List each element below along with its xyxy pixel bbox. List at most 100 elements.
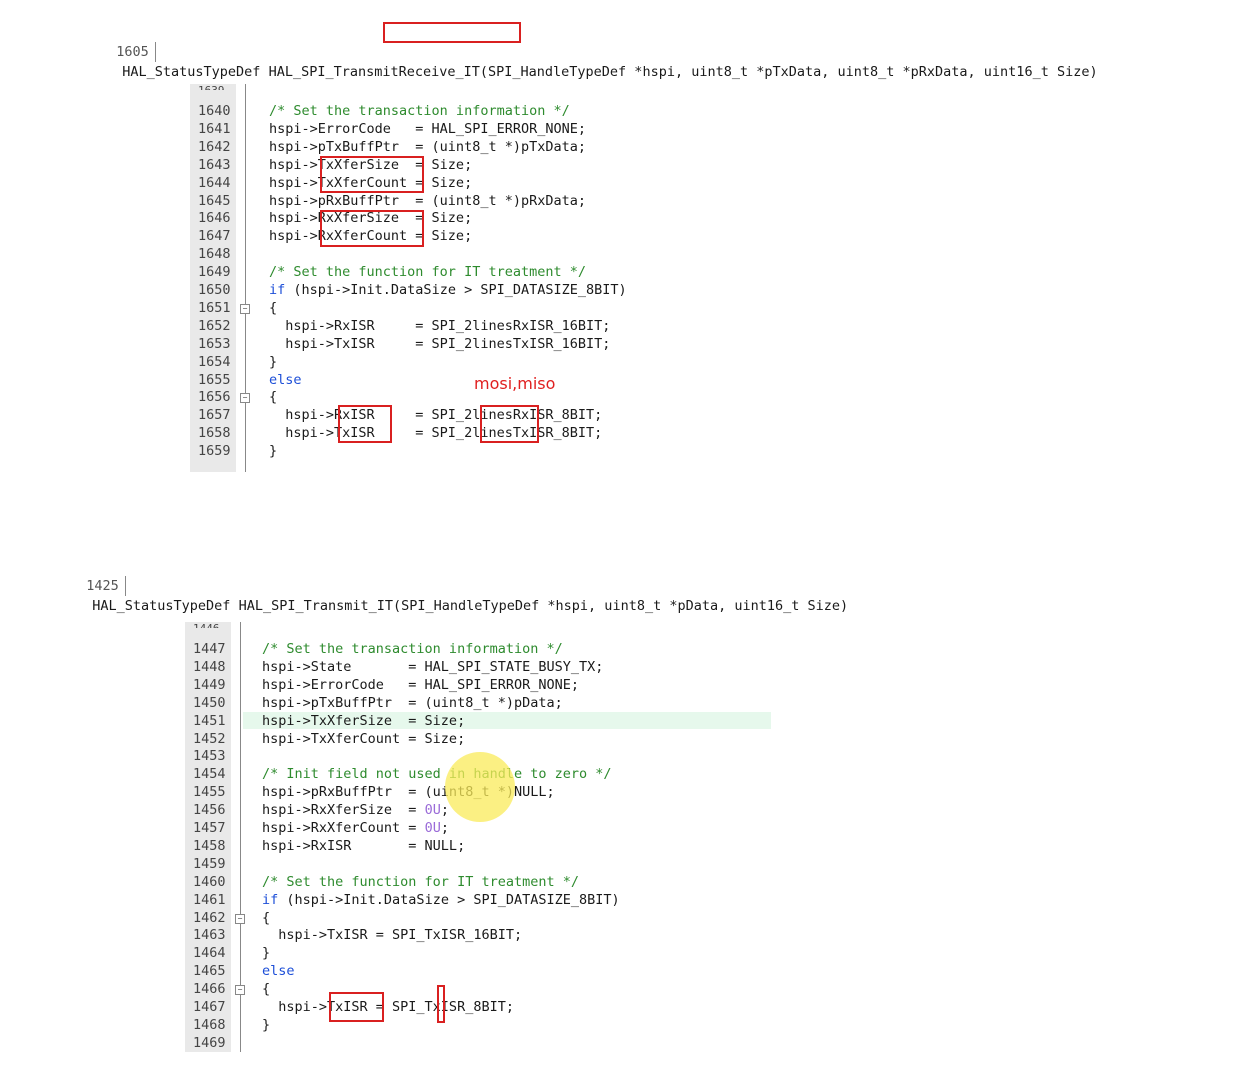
code-text: hspi->TxISR = SPI_TxISR_16BIT;: [262, 927, 523, 944]
code-text: }: [269, 443, 278, 460]
line-number: 1642: [198, 138, 231, 155]
code-text: /* Init field not used in handle to zero…: [262, 766, 612, 783]
code-text: hspi->RxISR = SPI_2linesRxISR_8BIT;: [269, 407, 603, 424]
code-text: {: [262, 909, 271, 926]
line-number: 1644: [198, 174, 231, 191]
line-number: 1462: [193, 909, 226, 926]
line-number: 1650: [198, 282, 231, 298]
line-number: 1452: [193, 730, 226, 747]
code-text: /* Set the function for IT treatment */: [269, 264, 586, 281]
code-text: /* Set the transaction information */: [262, 641, 563, 657]
highlight-box-rx-xfer: [320, 210, 424, 247]
line-number: 1448: [193, 658, 226, 675]
code-text: if (hspi->Init.DataSize > SPI_DATASIZE_8…: [269, 282, 627, 298]
highlight-box-tx-xfer: [320, 156, 424, 193]
line-number: 1453: [193, 748, 226, 765]
line-number: 1656: [198, 389, 231, 406]
line-number: 1463: [193, 927, 226, 944]
line-number: 1449: [193, 676, 226, 693]
line-number: 1469: [193, 1034, 226, 1051]
line-number: 1456: [193, 802, 226, 819]
code-text: hspi->TxXferSize = Size;: [262, 712, 466, 729]
code-text: hspi->State = HAL_SPI_STATE_BUSY_TX;: [262, 658, 604, 675]
line-number: 1467: [193, 999, 226, 1015]
highlight-box-isr: [338, 405, 392, 443]
code-text: hspi->TxISR = SPI_TxISR_8BIT;: [262, 999, 514, 1015]
line-number: 1458: [193, 837, 226, 854]
line-number: 1643: [198, 156, 231, 173]
code-text: /* Set the function for IT treatment */: [262, 873, 579, 890]
line-number: 1461: [193, 891, 226, 908]
annotation-mosi-miso: mosi,miso: [474, 374, 556, 393]
middle-signature: 1425 HAL_StatusTypeDef HAL_SPI_Transmit_…: [70, 556, 848, 614]
fold-toggle-icon[interactable]: −: [235, 913, 245, 924]
line-number: 1457: [193, 820, 226, 836]
code-text: hspi->ErrorCode = HAL_SPI_ERROR_NONE;: [262, 676, 579, 693]
line-number: 1647: [198, 228, 231, 245]
line-number: 1455: [193, 784, 226, 801]
code-block-transmit: 1446 1447 /* Set the transaction informati…: [185, 622, 785, 1052]
line-number: 1658: [198, 425, 231, 442]
line-number: 1459: [193, 855, 226, 872]
line-number: 1659: [198, 443, 231, 460]
partial-line-number: 1446: [193, 622, 220, 628]
fold-toggle-icon[interactable]: −: [235, 985, 245, 996]
line-number: 1653: [198, 335, 231, 352]
code-text: {: [269, 389, 278, 406]
top-signature: 1605 HAL_StatusTypeDef HAL_SPI_TransmitR…: [100, 22, 1098, 80]
highlight-box-txisr: [329, 992, 384, 1022]
line-number: 1652: [198, 317, 231, 334]
line-number: 1646: [198, 210, 231, 227]
line-number: 1654: [198, 353, 231, 370]
code-text: }: [269, 353, 278, 370]
highlight-box-spi-txisr: [437, 985, 445, 1023]
code-text: }: [262, 945, 271, 962]
code-text: hspi->TxXferCount = Size;: [262, 730, 466, 747]
signature-text[interactable]: HAL_StatusTypeDef HAL_SPI_TransmitReceiv…: [116, 64, 1097, 80]
fold-guide: [245, 84, 246, 472]
line-number: 1450: [193, 694, 226, 711]
line-number: 1447: [193, 641, 226, 657]
signature-text[interactable]: HAL_StatusTypeDef HAL_SPI_Transmit_IT(SP…: [86, 598, 848, 614]
code-text: /* Set the transaction information */: [269, 103, 570, 119]
line-number: 1645: [198, 192, 231, 209]
line-number: 1468: [193, 1016, 226, 1033]
code-text: hspi->RxXferCount = 0U;: [262, 820, 449, 836]
mouse-cursor-highlight: [445, 752, 515, 822]
line-number: 1425: [86, 576, 126, 596]
code-text: hspi->ErrorCode = HAL_SPI_ERROR_NONE;: [269, 120, 586, 137]
code-text: hspi->pRxBuffPtr = (uint8_t *)pRxData;: [269, 192, 586, 209]
code-text: }: [262, 1016, 271, 1033]
line-number: 1460: [193, 873, 226, 890]
line-number: 1605: [116, 42, 156, 62]
highlight-box-2lines: [480, 405, 539, 443]
code-text: hspi->pTxBuffPtr = (uint8_t *)pTxData;: [269, 138, 586, 155]
line-number: 1451: [193, 712, 226, 729]
code-text: hspi->TxISR = SPI_2linesTxISR_16BIT;: [269, 335, 611, 352]
partial-line-number: 1639: [198, 84, 225, 90]
code-text: hspi->RxISR = SPI_2linesRxISR_16BIT;: [269, 317, 611, 334]
highlight-box-transmitreceive: [383, 22, 521, 43]
code-text: hspi->RxXferSize = 0U;: [262, 802, 449, 819]
line-number: 1655: [198, 371, 231, 388]
code-text: hspi->RxISR = NULL;: [262, 837, 466, 854]
code-text: if (hspi->Init.DataSize > SPI_DATASIZE_8…: [262, 891, 620, 908]
fold-toggle-icon[interactable]: −: [240, 393, 250, 404]
code-block-transmitreceive: 1639 1640 /* Set the transaction informati…: [190, 84, 890, 472]
line-number: 1464: [193, 945, 226, 962]
code-text: else: [262, 963, 295, 980]
code-text: {: [262, 981, 271, 998]
fold-toggle-icon[interactable]: −: [240, 303, 250, 314]
line-number: 1640: [198, 103, 231, 119]
line-number: 1641: [198, 120, 231, 137]
line-number: 1465: [193, 963, 226, 980]
line-number: 1651: [198, 299, 231, 316]
line-number: 1657: [198, 407, 231, 424]
code-text: {: [269, 299, 278, 316]
code-text: hspi->pTxBuffPtr = (uint8_t *)pData;: [262, 694, 563, 711]
code-text: hspi->TxISR = SPI_2linesTxISR_8BIT;: [269, 425, 603, 442]
code-text: else: [269, 371, 302, 388]
line-number: 1466: [193, 981, 226, 998]
line-number: 1454: [193, 766, 226, 783]
line-number: 1648: [198, 246, 231, 263]
